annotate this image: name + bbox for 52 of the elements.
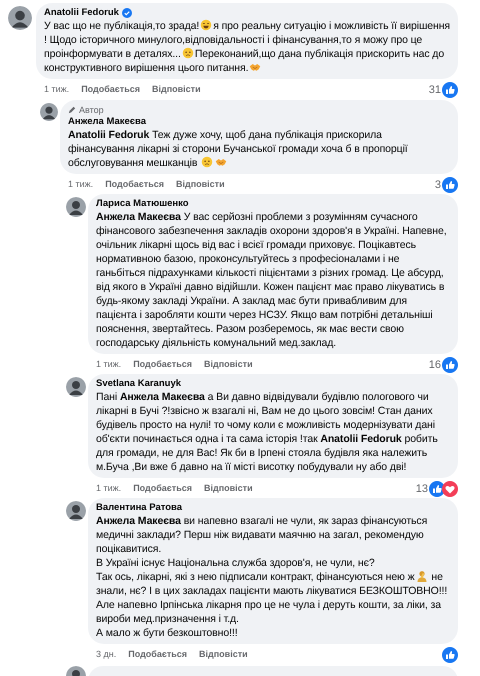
author-name[interactable]: Лариса Матюшенко <box>96 198 189 210</box>
comment-text: Анжела Макеєва У вас серйозні проблеми з розумінням сучасного фінансового забезпечення закладів охорони здоров'я в Україні. Напевне, очільник лікарні щось від вас і всієї громади приховує. Поцікавтесь нормативною базою, проконсультуйтесь з професіоналами і не ганьбіться підрахунками кількості піцієнтами з різних громад. Це абсурд, від якого в Україні давно відійшли. Кожен пацієнт має право лікуватись в будь-якому закладі України. А заклад має бути привабливим для пацієнта і заробляти кошти через НСЗУ. Якщо вам потрібні детальніші пояснення, звертайтесь. Разом розберемось, як має вести свою господарську діяльність комунальний мед.заклад. <box>96 210 448 350</box>
mention-link[interactable]: Анжела Макеєва <box>120 391 205 403</box>
mention-link[interactable]: Anatolii Fedoruk <box>68 129 150 141</box>
comment-time[interactable]: 1 тиж. <box>96 358 122 372</box>
comment-text: Anatolii Fedoruk Теж дуже хочу, щоб дана публікація прискорила фінансування лікарні зі сторони Бучанської громади хоча б в пропорції обслуговування мешканців <box>68 128 409 170</box>
comment-time[interactable]: 1 тиж. <box>44 83 70 97</box>
author-name[interactable]: Анжела Макеєва <box>68 116 146 128</box>
sad-face-icon <box>201 156 214 168</box>
mention-link[interactable]: Anatolii Fedoruk <box>320 433 402 445</box>
mention-link[interactable]: Анжела Макеєва <box>96 515 181 527</box>
avatar[interactable] <box>66 197 86 217</box>
avatar[interactable] <box>66 377 86 397</box>
reply-link[interactable]: Відповісти <box>199 648 248 662</box>
laughing-face-icon <box>200 19 212 31</box>
like-link[interactable]: Подобається <box>133 482 192 496</box>
avatar[interactable] <box>66 501 86 521</box>
avatar[interactable] <box>8 6 32 30</box>
reply-link[interactable]: Відповісти <box>152 83 201 97</box>
facepalm-icon <box>416 570 428 582</box>
comment-time[interactable]: 1 тиж. <box>68 178 94 192</box>
comment-time[interactable]: 3 дн. <box>96 648 116 662</box>
comment-time[interactable]: 1 тиж. <box>96 482 122 496</box>
handshake-icon <box>249 61 262 73</box>
author-name[interactable]: Svetlana Karanuyk <box>96 378 182 390</box>
pen-icon <box>68 106 76 114</box>
comment-text: У вас що не публікація,то зрада! я про реальну ситуацію і можливість її вирішення ! Щодо історичного минулого,відповідальності і фінансування,то я можу про це проінформувати в деталях... Переконаний,що дана публікація прискорить нас до конструктивного вирішення цього питання. <box>44 19 450 75</box>
author-label: Автор <box>79 104 104 116</box>
reaction-count[interactable]: 13 <box>416 480 428 498</box>
heart-reaction-icon <box>442 481 458 497</box>
handshake-icon <box>215 156 228 168</box>
like-link[interactable]: Подобається <box>81 83 140 97</box>
sad-face-icon <box>182 47 194 59</box>
comment-text: Пані Анжела Макеєва а Ви давно відвідували будівлю пологового чи лікарні в Бучі ?!звісно ж взагалі ні, Вам не до цього зовсім! Стан даних будівель просто на нулі! то чому коли є можливість модернізувати дані об'єкти починається одна і та сама історія !так Anatolii Fedoruk робить для громади, не для Вас! Як би в Ірпені стояла будівля яка належить м.Буча ,Ви вже б давно на її місті висотку побудували ну або дві! <box>96 390 439 474</box>
like-link[interactable]: Подобається <box>133 358 192 372</box>
reaction-count[interactable]: 3 <box>434 176 441 194</box>
comment-text: Анжела Макеєва ви напевно взагалі не чули, як зараз фінансуються медичні заклади? Перш ніж видавати маячню на загал, рекомендую поцікавитися. В Україні існує Національна служба здоров'я, не чули, нє? Так ось, лікарні, які з нею підписали контракт, фінансуються нею ж не знали, нє? І в цих закладах пацієнти мають лікуватися БЕЗКОШТОВНО!!! Але напевно Ірпінська лікарня про це не чула і деруть кошти, за ліки, за вироби мед.призначення і т.д. А мало ж бути безкоштовно!!! <box>96 514 448 640</box>
reply-link[interactable]: Відповісти <box>176 178 225 192</box>
like-link[interactable]: Подобається <box>128 648 188 662</box>
reaction-count[interactable]: 16 <box>428 356 441 374</box>
reaction-count[interactable]: 31 <box>428 82 441 98</box>
like-reaction-icon <box>442 82 458 98</box>
like-reaction-icon <box>442 177 458 193</box>
author-name[interactable]: Валентина Ратова <box>96 502 182 514</box>
like-link[interactable]: Подобається <box>105 178 164 192</box>
mention-link[interactable]: Анжела Макеєва <box>96 211 181 223</box>
avatar[interactable] <box>40 103 58 121</box>
reply-link[interactable]: Відповісти <box>204 358 253 372</box>
author-name[interactable]: Anatolii Fedoruk <box>44 7 119 19</box>
reply-link[interactable]: Відповісти <box>204 482 253 496</box>
like-reaction-icon <box>442 357 458 373</box>
like-reaction-icon <box>442 647 458 663</box>
